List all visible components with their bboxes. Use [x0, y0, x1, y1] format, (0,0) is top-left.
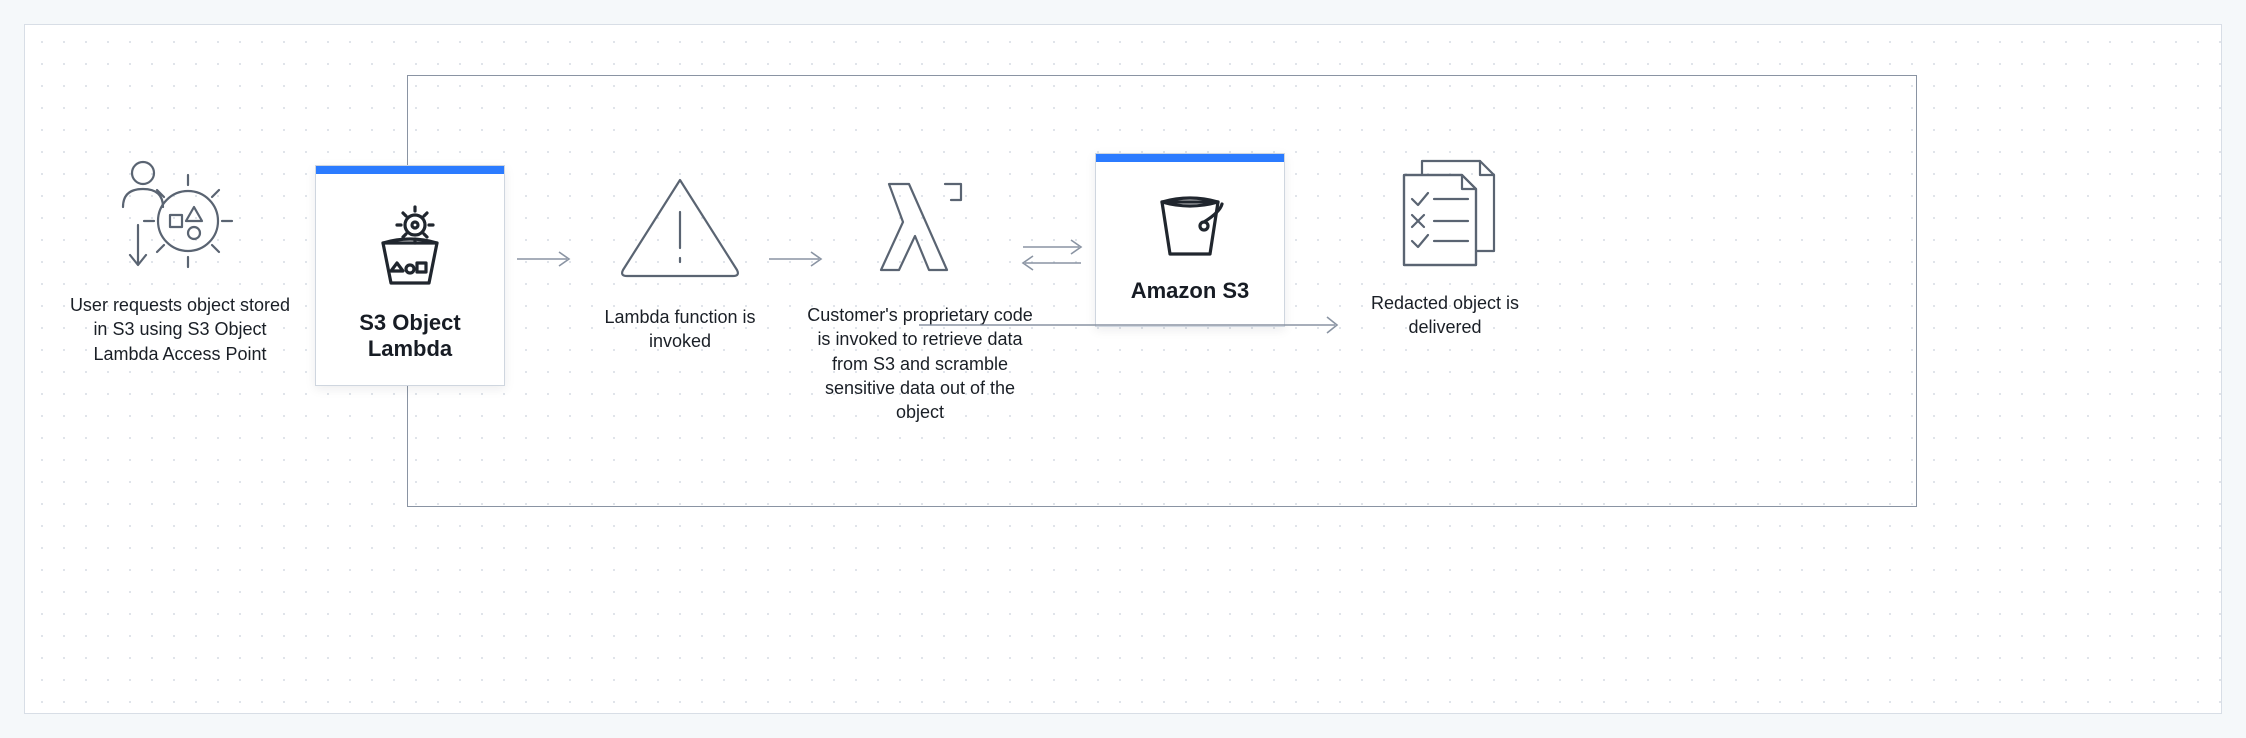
- node-redacted: Redacted object is delivered: [1345, 153, 1545, 340]
- bucket-icon: [1150, 184, 1230, 264]
- arrow-right-icon: [767, 249, 829, 269]
- card-s3-object-lambda-title: S3 Object Lambda: [359, 310, 460, 363]
- card-accent-bar: [1096, 154, 1284, 162]
- node-lambda-invoked-caption: Lambda function is invoked: [590, 305, 770, 354]
- documents-icon: [1380, 153, 1510, 273]
- double-arrow-icon: [1015, 235, 1089, 275]
- warning-triangle-icon: [615, 167, 745, 287]
- node-lambda-invoked: Lambda function is invoked: [575, 167, 785, 354]
- card-amazon-s3-title: Amazon S3: [1131, 278, 1250, 304]
- diagram-canvas: User requests object stored in S3 using …: [24, 24, 2222, 714]
- node-redacted-caption: Redacted object is delivered: [1355, 291, 1535, 340]
- arrow-right-icon: [515, 249, 577, 269]
- bucket-gear-icon: [365, 196, 455, 296]
- arrow-long-right-icon: [917, 305, 1347, 345]
- user-gear-icon: [110, 155, 250, 275]
- node-user-request: User requests object stored in S3 using …: [65, 155, 295, 366]
- node-customer-code: Customer's proprietary code is invoked t…: [800, 165, 1040, 424]
- card-accent-bar: [316, 166, 504, 174]
- node-user-request-caption: User requests object stored in S3 using …: [65, 293, 295, 366]
- card-amazon-s3: Amazon S3: [1095, 153, 1285, 327]
- card-s3-object-lambda: S3 Object Lambda: [315, 165, 505, 386]
- lambda-icon: [865, 165, 975, 285]
